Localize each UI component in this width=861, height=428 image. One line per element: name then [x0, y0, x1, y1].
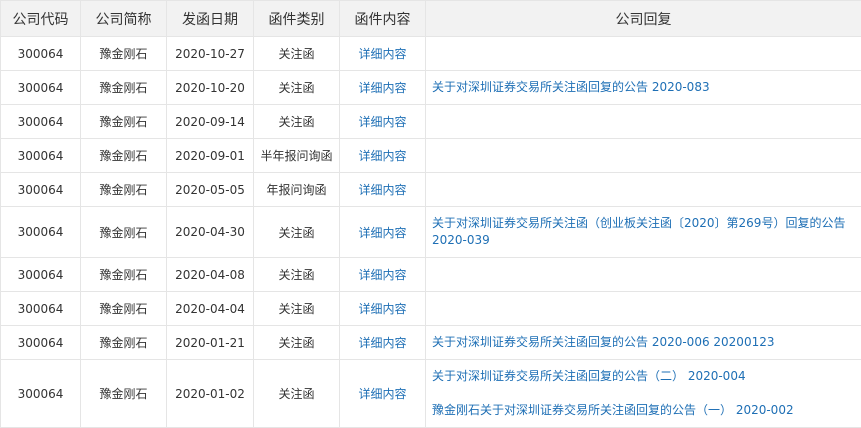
company-code-cell: 300064 — [1, 360, 81, 428]
table-row: 300064豫金刚石2020-04-08关注函 详细内容 — [1, 258, 861, 292]
letter-date-cell: 2020-04-04 — [167, 292, 254, 326]
column-header-date: 发函日期 — [167, 1, 254, 37]
inquiry-letter-table: 公司代码 公司简称 发函日期 函件类别 函件内容 公司回复 300064豫金刚石… — [0, 0, 861, 428]
letter-date-cell: 2020-10-20 — [167, 71, 254, 105]
column-header-content: 函件内容 — [340, 1, 426, 37]
detail-content-link[interactable]: 详细内容 — [358, 302, 406, 316]
company-name-cell: 豫金刚石 — [81, 71, 167, 105]
company-code-cell: 300064 — [1, 139, 81, 173]
letter-category-cell: 关注函 — [254, 360, 340, 428]
letter-category-cell: 半年报问询函 — [254, 139, 340, 173]
column-header-category: 函件类别 — [254, 1, 340, 37]
letter-date-cell: 2020-04-30 — [167, 207, 254, 258]
company-reply-cell: 关于对深圳证券交易所关注函回复的公告（二） 2020-004 豫金刚石关于对深圳证… — [426, 360, 861, 428]
company-name-cell: 豫金刚石 — [81, 292, 167, 326]
company-reply-cell: 关于对深圳证券交易所关注函（创业板关注函〔2020〕第269号）回复的公告 20… — [426, 207, 861, 258]
table-row: 300064豫金刚石2020-01-21关注函 详细内容 关于对深圳证券交易所关注函… — [1, 326, 861, 360]
detail-content-link[interactable]: 详细内容 — [358, 268, 406, 282]
company-code-cell: 300064 — [1, 258, 81, 292]
letter-category-cell: 年报问询函 — [254, 173, 340, 207]
detail-content-link[interactable]: 详细内容 — [358, 183, 406, 197]
letter-category-cell: 关注函 — [254, 37, 340, 71]
table-body: 300064豫金刚石2020-10-27关注函详细内容300064豫金刚石202… — [1, 37, 861, 428]
table-row: 300064豫金刚石2020-10-20关注函 详细内容 关于对深圳证券交易所关注函… — [1, 71, 861, 105]
letter-date-cell: 2020-09-14 — [167, 105, 254, 139]
table-row: 300064豫金刚石2020-09-01半年报问询函 详细内容 — [1, 139, 861, 173]
reply-announcement-link[interactable]: 关于对深圳证券交易所关注函回复的公告（二） 2020-004 — [432, 368, 855, 385]
company-reply-cell: 关于对深圳证券交易所关注函回复的公告 2020-006 20200123 — [426, 326, 861, 360]
reply-announcement-link[interactable]: 关于对深圳证券交易所关注函（创业板关注函〔2020〕第269号）回复的公告 20… — [432, 215, 855, 249]
company-code-cell: 300064 — [1, 292, 81, 326]
company-code-cell: 300064 — [1, 37, 81, 71]
detail-content-link[interactable]: 详细内容 — [358, 387, 406, 401]
letter-date-cell: 2020-04-08 — [167, 258, 254, 292]
column-header-reply: 公司回复 — [426, 1, 861, 37]
company-name-cell: 豫金刚石 — [81, 326, 167, 360]
letter-category-cell: 关注函 — [254, 207, 340, 258]
company-reply-cell: 关于对深圳证券交易所关注函回复的公告 2020-083 — [426, 71, 861, 105]
company-code-cell: 300064 — [1, 105, 81, 139]
header-row: 公司代码 公司简称 发函日期 函件类别 函件内容 公司回复 — [1, 1, 861, 37]
company-code-cell: 300064 — [1, 326, 81, 360]
reply-announcement-link[interactable]: 关于对深圳证券交易所关注函回复的公告 2020-006 20200123 — [432, 334, 855, 351]
table-header: 公司代码 公司简称 发函日期 函件类别 函件内容 公司回复 — [1, 1, 861, 37]
letter-date-cell: 2020-10-27 — [167, 37, 254, 71]
table-row: 300064豫金刚石2020-01-02关注函 详细内容 关于对深圳证券交易所关注函… — [1, 360, 861, 428]
letter-content-cell: 详细内容 — [340, 139, 426, 173]
company-name-cell: 豫金刚石 — [81, 258, 167, 292]
letter-content-cell: 详细内容 — [340, 292, 426, 326]
company-name-cell: 豫金刚石 — [81, 207, 167, 258]
company-reply-cell — [426, 292, 861, 326]
letter-content-cell: 详细内容 — [340, 360, 426, 428]
letter-category-cell: 关注函 — [254, 71, 340, 105]
letter-date-cell: 2020-01-21 — [167, 326, 254, 360]
company-reply-cell — [426, 139, 861, 173]
letter-category-cell: 关注函 — [254, 326, 340, 360]
letter-content-cell: 详细内容 — [340, 207, 426, 258]
letter-content-cell: 详细内容 — [340, 71, 426, 105]
company-name-cell: 豫金刚石 — [81, 37, 167, 71]
letter-content-cell: 详细内容 — [340, 326, 426, 360]
detail-content-link[interactable]: 详细内容 — [358, 81, 406, 95]
table-row: 300064豫金刚石2020-09-14关注函 详细内容 — [1, 105, 861, 139]
reply-announcement-link[interactable]: 关于对深圳证券交易所关注函回复的公告 2020-083 — [432, 79, 855, 96]
company-reply-cell — [426, 37, 861, 71]
table-row: 300064豫金刚石2020-05-05年报问询函 详细内容 — [1, 173, 861, 207]
letter-date-cell: 2020-01-02 — [167, 360, 254, 428]
company-code-cell: 300064 — [1, 71, 81, 105]
company-name-cell: 豫金刚石 — [81, 139, 167, 173]
company-reply-cell — [426, 258, 861, 292]
detail-content-link[interactable]: 详细内容 — [358, 226, 406, 240]
company-reply-cell — [426, 173, 861, 207]
column-header-code: 公司代码 — [1, 1, 81, 37]
letter-content-cell: 详细内容 — [340, 258, 426, 292]
detail-content-link[interactable]: 详细内容 — [358, 115, 406, 129]
letter-category-cell: 关注函 — [254, 292, 340, 326]
table-row: 300064豫金刚石2020-04-30关注函 详细内容 关于对深圳证券交易所关注函… — [1, 207, 861, 258]
letter-date-cell: 2020-09-01 — [167, 139, 254, 173]
letter-date-cell: 2020-05-05 — [167, 173, 254, 207]
detail-content-link[interactable]: 详细内容 — [358, 47, 406, 61]
letter-category-cell: 关注函 — [254, 105, 340, 139]
reply-announcement-link[interactable]: 豫金刚石关于对深圳证券交易所关注函回复的公告（一） 2020-002 — [432, 402, 855, 419]
letter-category-cell: 关注函 — [254, 258, 340, 292]
company-name-cell: 豫金刚石 — [81, 360, 167, 428]
company-reply-cell — [426, 105, 861, 139]
company-name-cell: 豫金刚石 — [81, 105, 167, 139]
company-name-cell: 豫金刚石 — [81, 173, 167, 207]
detail-content-link[interactable]: 详细内容 — [358, 149, 406, 163]
company-code-cell: 300064 — [1, 207, 81, 258]
column-header-name: 公司简称 — [81, 1, 167, 37]
company-code-cell: 300064 — [1, 173, 81, 207]
table-row: 300064豫金刚石2020-10-27关注函 详细内容 — [1, 37, 861, 71]
detail-content-link[interactable]: 详细内容 — [358, 336, 406, 350]
letter-content-cell: 详细内容 — [340, 105, 426, 139]
letter-content-cell: 详细内容 — [340, 37, 426, 71]
letter-content-cell: 详细内容 — [340, 173, 426, 207]
table-row: 300064豫金刚石2020-04-04关注函 详细内容 — [1, 292, 861, 326]
